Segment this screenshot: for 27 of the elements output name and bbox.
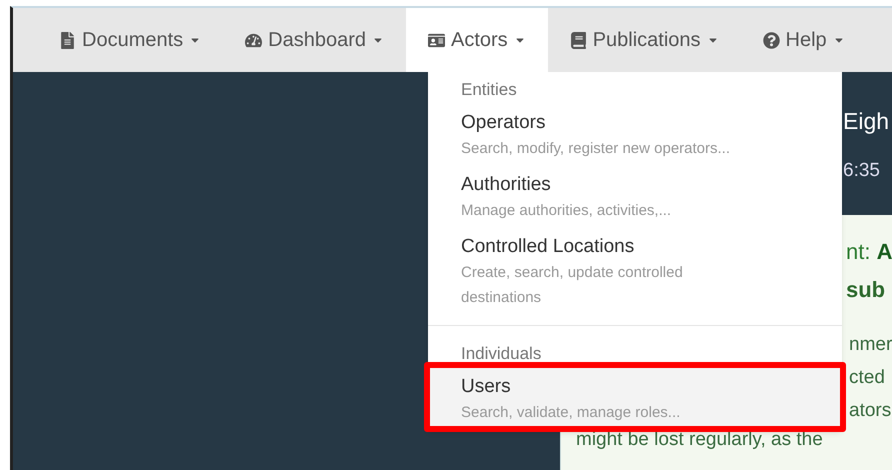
menu-item-description: Search, modify, register new operators...	[461, 139, 732, 159]
page-title: Eigh	[843, 110, 890, 133]
book-icon	[570, 32, 587, 48]
panel-text: might be lost regularly, as the	[575, 430, 824, 449]
menu-item-title: Users	[461, 375, 512, 399]
gauge-icon	[245, 32, 262, 48]
menu-item-description: Manage authorities, activities,...	[461, 201, 672, 221]
time-text: 6:35	[843, 161, 880, 180]
panel-text: nmer	[849, 335, 892, 354]
menu-item[interactable]: Operators Search, modify, register new operators...	[428, 102, 842, 164]
menu-section-header: Entities	[460, 79, 518, 101]
menu-item[interactable]: Authorities Manage authorities, activities,...	[428, 164, 842, 226]
menu-section-header: Individuals	[460, 343, 542, 365]
nav-menu-button[interactable]: Actors	[406, 8, 548, 72]
panel-heading: nt: A	[846, 241, 892, 263]
menu-item[interactable]: Controlled Locations Create, search, update controlled destinations	[428, 226, 842, 313]
menu-item-title: Controlled Locations	[461, 235, 636, 259]
menu-item-description: Search, validate, manage roles...	[461, 403, 682, 423]
document-icon	[59, 32, 76, 48]
panel-subheading: sub	[846, 279, 886, 301]
menu-item-title: Authorities	[461, 173, 552, 197]
help-icon	[762, 32, 780, 48]
menu-item-title: Operators	[461, 111, 546, 135]
panel-text: cted	[849, 368, 886, 387]
panel-text: ators	[849, 401, 892, 420]
id-card-icon	[428, 32, 445, 48]
menu-item-description: Create, search, update controlled destinations	[461, 263, 684, 308]
